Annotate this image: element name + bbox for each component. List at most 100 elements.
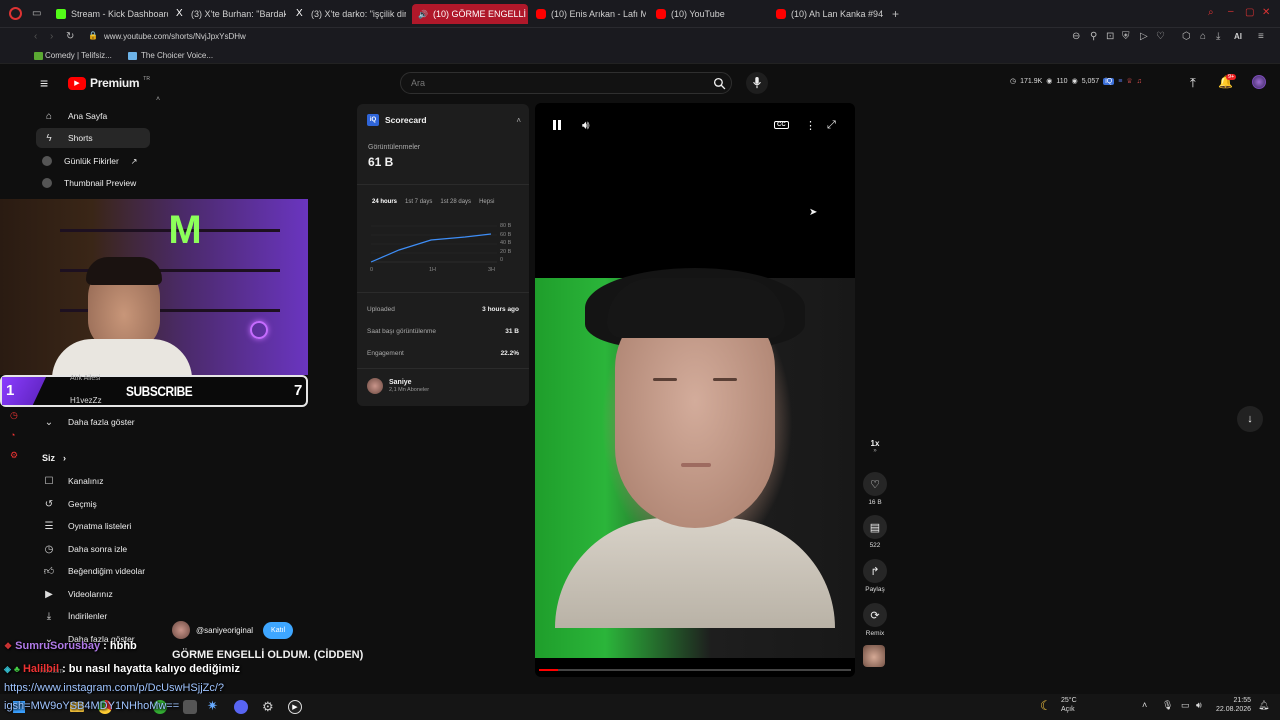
tab-24-hours[interactable]: 24 hours — [372, 199, 397, 205]
download-icon[interactable]: ⤓ — [1216, 31, 1220, 42]
sidebar-item-kanaliniz[interactable]: ☐ Kanalınız — [36, 471, 150, 491]
comments-button[interactable]: ▤ 522 — [862, 515, 888, 549]
volume-icon[interactable]: 🔊︎ — [582, 118, 590, 133]
remix-button[interactable]: ⟳ Remix — [862, 603, 888, 637]
sidebar-item-indirilenler[interactable]: ⤓ İndirilenler — [36, 606, 150, 626]
upload-icon[interactable]: ⤒ — [1190, 75, 1196, 91]
avatar[interactable] — [1252, 75, 1266, 89]
extensions-icon[interactable]: ⬡ — [1182, 31, 1191, 42]
stream-overlay-icon: ⚙ — [10, 450, 19, 460]
network-icon[interactable]: ▭ — [1181, 700, 1190, 711]
tab-kick-dashboard[interactable]: Stream - Kick Dashboard — [56, 4, 168, 24]
clock[interactable]: 21:55 22.08.2026 — [1216, 696, 1251, 714]
channel-avatar[interactable] — [172, 621, 190, 639]
voice-search-button[interactable] — [746, 72, 768, 94]
menu-icon[interactable]: ≡ — [1258, 31, 1264, 42]
speaker-icon[interactable]: 🔊︎ — [1196, 700, 1202, 711]
scorecard-header[interactable]: iQ Scorecard ˄ — [367, 114, 521, 126]
opera-logo-icon[interactable] — [9, 7, 22, 20]
address-bar: ‹ › ↻ 🔒 www.youtube.com/shorts/NvjJpxYsD… — [0, 28, 1280, 48]
fullscreen-icon[interactable]: ⤢ — [827, 119, 836, 132]
notification-center-icon[interactable]: 🔔︎ — [1258, 700, 1269, 711]
clock-icon: ◷ — [1010, 78, 1017, 85]
settings-icon[interactable]: ✷ — [207, 698, 218, 714]
weather-widget[interactable]: 25°C Açık — [1061, 696, 1077, 714]
collapse-icon[interactable]: ˄ — [516, 116, 521, 125]
search-input[interactable]: Ara — [400, 72, 732, 94]
captions-icon[interactable]: CC — [774, 121, 789, 129]
wallet-icon[interactable]: ⌂ — [1200, 31, 1206, 42]
scorecard-channel[interactable]: Saniye 2,1 Mn Aboneler — [367, 378, 429, 394]
sidebar-item-daha-sonra-izle[interactable]: ◷ Daha sonra izle — [36, 539, 150, 559]
tab-enis-arikan[interactable]: (10) Enis Arıkan - Lafı Mı O — [536, 4, 646, 24]
media-player-icon[interactable]: ▶ — [288, 700, 302, 714]
sidebar-more-subscriptions[interactable]: ⌄ Daha fazla göster — [36, 412, 150, 432]
sidebar-item-videolariniz[interactable]: ▶ Videolarınız — [36, 584, 150, 604]
shield-icon[interactable]: ⛨ — [1122, 31, 1130, 42]
search-tabs-icon[interactable]: ⌕ — [1208, 7, 1214, 18]
search-button[interactable] — [706, 72, 732, 94]
stats-extension[interactable]: ◷ 171.9K ◉ 110 ◉ 5,057 iQ ≡ ♕ ♫ — [1010, 77, 1142, 85]
bookmark-comedy[interactable]: Comedy | Telifsiz... — [45, 51, 112, 60]
share-button[interactable]: ↱ Paylaş — [862, 559, 888, 593]
hidden-item-2: H1vezZz — [70, 396, 102, 405]
ai-button[interactable]: AI — [1234, 32, 1242, 41]
sidebar-item-home[interactable]: ⌂ Ana Sayfa — [36, 106, 150, 126]
zoom-icon[interactable]: ⊖ — [1072, 31, 1080, 42]
tab-all[interactable]: Hepsi — [479, 199, 494, 205]
fringe — [607, 278, 785, 338]
tab-gorme-engelli[interactable]: 🔊 (10) GÖRME ENGELLİ O — [412, 4, 528, 24]
tab-ah-lan-kanka[interactable]: (10) Ah Lan Kanka #94 | Bu — [776, 4, 886, 24]
hamburger-menu-icon[interactable]: ≡ — [40, 75, 48, 91]
pause-button[interactable] — [553, 120, 561, 130]
url-field[interactable]: www.youtube.com/shorts/NvjJpxYsDHw — [104, 32, 246, 41]
video-frame — [535, 268, 855, 658]
new-tab-icon[interactable]: + — [892, 7, 899, 21]
tab-7-days[interactable]: 1st 7 days — [405, 199, 432, 205]
sound-thumbnail[interactable] — [863, 645, 885, 667]
pin-icon[interactable]: ⚲ — [1090, 31, 1097, 42]
more-options-icon[interactable]: ⋮ — [805, 119, 816, 132]
bookmark-choicer[interactable]: The Choicer Voice... — [141, 51, 213, 60]
join-button[interactable]: Katıl — [263, 621, 294, 639]
sidebar-item-gecmis[interactable]: ↺ Geçmiş — [36, 494, 150, 514]
close-icon[interactable]: ✕ — [1262, 7, 1270, 18]
workspace-icon[interactable]: ▭ — [32, 8, 41, 19]
next-video-button[interactable]: ↓ — [1237, 406, 1263, 432]
sidebar-you-heading[interactable]: Siz › — [42, 453, 66, 463]
forward-icon[interactable]: › — [50, 31, 53, 42]
play-icon[interactable]: ▷ — [1140, 31, 1148, 42]
row-uploaded: Uploaded 3 hours ago — [367, 306, 519, 313]
maximize-icon[interactable]: ▢ — [1245, 7, 1254, 18]
discord-icon[interactable] — [234, 700, 248, 714]
like-button[interactable]: ♡ 16 B — [862, 472, 888, 506]
mouth — [681, 463, 711, 467]
x-icon: X — [296, 8, 303, 19]
reload-icon[interactable]: ↻ — [66, 31, 74, 42]
minimize-icon[interactable]: – — [1228, 6, 1234, 17]
sidebar-item-thumbnail-preview[interactable]: Thumbnail Preview — [36, 173, 150, 193]
sidebar-item-begendigim[interactable]: 👍︎ Beğendiğim videolar — [36, 561, 150, 581]
tab-x-burhan[interactable]: X (3) X'te Burhan: "Bardakla — [176, 4, 286, 24]
app-icon[interactable]: ⚙ — [262, 699, 274, 715]
shorts-player[interactable]: 🔊︎ CC ⋮ ⤢ ➤ — [535, 103, 855, 677]
notification-badge: 9+ — [1226, 74, 1237, 80]
clock-icon: ◷ — [44, 543, 54, 555]
sidebar-item-shorts[interactable]: ϟ Shorts — [36, 128, 150, 148]
chat-line-4: igsh=MW9oYSB4MDY1NHhoMw== — [4, 700, 180, 712]
heart-icon[interactable]: ♡ — [1156, 31, 1165, 42]
sidebar-item-oynatma-listeleri[interactable]: ☰ Oynatma listeleri — [36, 516, 150, 536]
progress-track[interactable] — [539, 669, 851, 671]
sidebar-item-gunluk-fikirler[interactable]: Günlük Fikirler ↗ — [36, 151, 150, 171]
app-icon[interactable] — [183, 700, 197, 714]
snapshot-icon[interactable]: ⊡ — [1106, 31, 1114, 42]
tray-chevron-icon[interactable]: ˄ — [1142, 700, 1147, 710]
youtube-logo[interactable]: ▶ Premium TR — [68, 76, 150, 90]
tab-youtube[interactable]: (10) YouTube — [656, 4, 766, 24]
mic-icon[interactable]: 🎙︎ — [1162, 700, 1173, 711]
scroll-up-icon[interactable]: ˄ — [156, 96, 160, 103]
tab-x-darko[interactable]: X (3) X'te darko: "işçilik dire — [296, 4, 406, 24]
tab-28-days[interactable]: 1st 28 days — [440, 199, 471, 205]
back-icon[interactable]: ‹ — [34, 31, 37, 42]
speed-control[interactable]: 1x » — [862, 439, 888, 454]
